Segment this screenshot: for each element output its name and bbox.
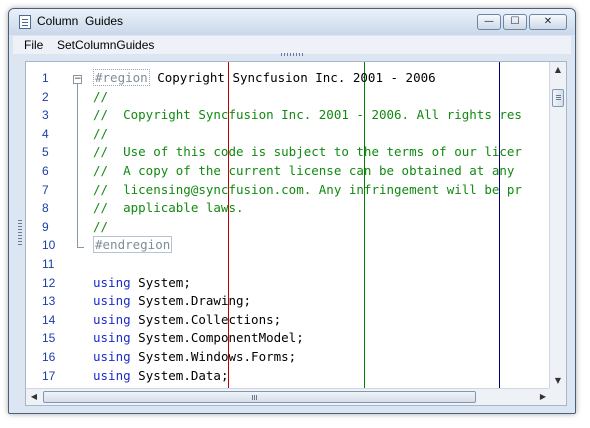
code-token-keyword: using [93,330,131,346]
code-token-keyword: using [93,293,131,309]
code-line[interactable]: using System.Data; [93,367,522,386]
code-token-text: System.Collections; [130,311,282,327]
horizontal-scroll-thumb[interactable] [43,391,476,403]
code-token-keyword: using [93,348,131,364]
code-line[interactable]: // Copyright Syncfusion Inc. 2001 - 2006… [93,106,522,125]
close-button[interactable]: ✕ [529,14,567,30]
code-token-comment: // [93,125,109,141]
code-line[interactable]: // A copy of the current license can be … [93,162,522,181]
code-token-keyword: using [93,274,131,290]
line-number: 1 [42,71,49,85]
code-token-comment: // applicable laws. [93,200,244,216]
code-line[interactable]: using System.ComponentModel; [93,329,522,348]
code-line[interactable]: using System.Drawing; [93,292,522,311]
maximize-button[interactable]: ☐ [503,14,527,30]
code-line[interactable]: #endregion [93,236,522,255]
code-token-comment: // Copyright Syncfusion Inc. 2001 - 2006… [93,107,522,123]
application-window: Column Guides — ☐ ✕ File SetColumnGuides… [8,8,576,414]
code-token-endregion: #endregion [93,236,173,254]
top-splitter-grip[interactable] [281,53,305,56]
line-number: 3 [42,108,49,123]
line-number: 11 [42,257,55,271]
line-number: 16 [42,350,56,364]
line-number: 9 [42,219,49,234]
code-token-keyword: using [93,367,131,383]
code-token-text: System.Drawing; [130,293,252,309]
title-bar[interactable]: Column Guides — ☐ ✕ [9,9,575,35]
code-token-comment: // licensing@syncfusion.com. Any infring… [93,181,522,197]
line-number: 12 [42,275,56,290]
code-line[interactable]: // [93,88,522,107]
region-fold-end [77,247,84,248]
code-token-text: System; [130,274,191,290]
line-number: 17 [42,368,56,383]
minimize-button[interactable]: — [477,14,501,30]
scroll-down-icon[interactable]: ▼ [550,373,566,389]
code-token-comment: // Use of this code is subject to the te… [93,144,522,160]
line-number: 13 [42,294,56,309]
region-fold-line [77,84,78,247]
line-number: 8 [42,201,49,216]
code-line[interactable]: // [93,218,522,237]
code-line[interactable]: // licensing@syncfusion.com. Any infring… [93,181,522,200]
left-splitter-grip[interactable] [18,219,22,245]
line-number: 5 [42,145,49,160]
code-line[interactable]: // applicable laws. [93,199,522,218]
line-number: 15 [42,331,56,346]
code-token-comment: // [93,88,109,104]
code-token-keyword: using [93,311,131,327]
line-number: 2 [42,89,49,104]
code-line[interactable]: // [93,125,522,144]
line-number: 14 [42,312,56,327]
line-number: 7 [42,182,49,197]
code-line[interactable]: using System; [93,274,522,293]
code-token-text: Copyright Syncfusion Inc. 2001 - 2006 [149,70,436,85]
code-text[interactable]: #region Copyright Syncfusion Inc. 2001 -… [93,69,522,385]
code-token-region: #region [93,69,150,86]
vertical-scroll-thumb[interactable] [552,89,564,107]
app-icon[interactable] [19,15,31,29]
code-token-text: System.ComponentModel; [130,330,304,346]
line-number: 10 [42,238,56,253]
scroll-left-icon[interactable]: ◀ [26,389,42,405]
vertical-scrollbar[interactable]: ▲ ▼ [549,62,566,389]
collapse-region-icon[interactable]: − [73,75,82,84]
scroll-up-icon[interactable]: ▲ [550,62,566,78]
line-number: 4 [42,126,49,141]
code-token-text: System.Data; [130,367,229,383]
code-editor[interactable]: 1 2 3 4 5 6 7 8 9 10 11 12 13 14 15 16 17 − #region Copy… [25,61,567,406]
code-token-text: System.Windows.Forms; [130,348,297,364]
code-line[interactable]: using System.Collections; [93,311,522,330]
menu-set-column-guides[interactable]: SetColumnGuides [57,38,154,52]
code-line[interactable]: // Use of this code is subject to the te… [93,143,522,162]
code-line[interactable]: using System.Windows.Forms; [93,348,522,367]
code-token-comment: // A copy of the current license can be … [93,162,515,178]
scrollbar-corner [549,388,566,405]
code-token-comment: // [93,218,109,234]
horizontal-scrollbar[interactable]: ◀ ▶ [26,388,551,405]
line-number: 6 [42,164,49,178]
menu-file[interactable]: File [24,38,43,52]
code-line[interactable]: #region Copyright Syncfusion Inc. 2001 -… [93,69,522,88]
code-line[interactable] [93,255,522,274]
window-title: Column Guides [37,14,124,28]
menu-bar: File SetColumnGuides [13,36,571,54]
